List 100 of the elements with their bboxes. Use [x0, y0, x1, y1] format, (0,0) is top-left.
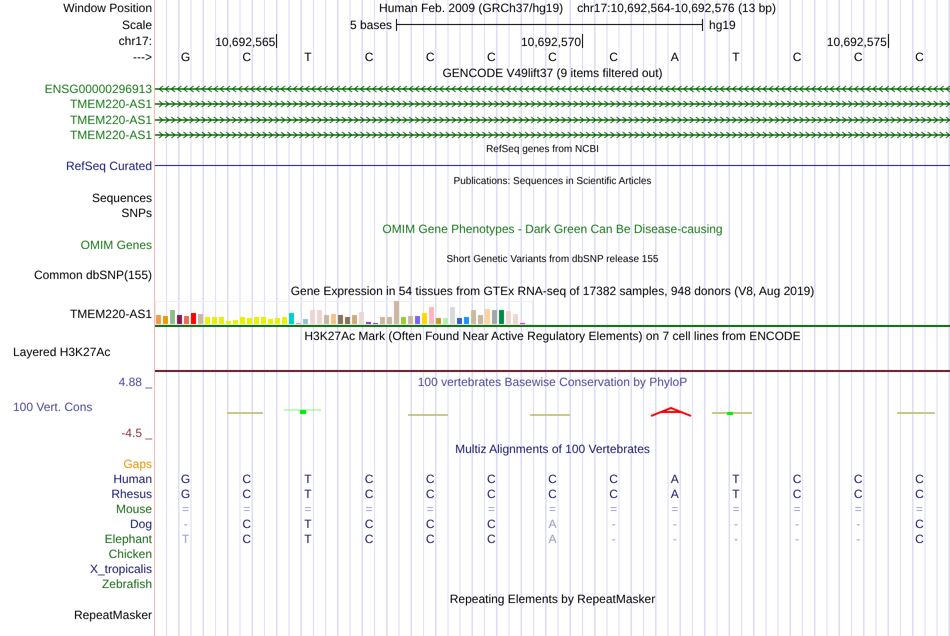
- alignment-base: C: [792, 472, 802, 484]
- base-letter: T: [304, 50, 312, 62]
- base-letter: C: [364, 50, 374, 62]
- alignment-base: T: [304, 472, 312, 484]
- alignment-base: T: [304, 532, 312, 544]
- alignment-base: -: [612, 518, 616, 530]
- alignment-base: C: [487, 472, 496, 484]
- alignment-base: C: [609, 472, 618, 484]
- track-label: TMEM220-AS1: [70, 129, 152, 141]
- assembly-title: Human Feb. 2009 (GRCh37/hg19): [379, 2, 564, 14]
- alignment-base: =: [548, 502, 556, 514]
- scale-text: 5 bases: [350, 18, 392, 30]
- base-letter: C: [242, 50, 252, 62]
- track-title: 100 vertebrates Basewise Conservation by PhyloP: [418, 376, 688, 388]
- track-label: -4.5 _: [121, 426, 152, 438]
- track-label: ENSG00000296913: [44, 82, 152, 94]
- coordinate-tick: 10,692,565: [215, 34, 278, 48]
- alignment-base: C: [548, 488, 557, 500]
- track-title: RefSeq genes from NCBI: [486, 145, 599, 155]
- track-label: Scale: [122, 18, 152, 30]
- track-label: SNPs: [121, 207, 152, 219]
- alignment-base: C: [242, 472, 252, 484]
- species-label: Dog: [130, 518, 152, 530]
- gene-feature-line[interactable]: [155, 129, 950, 141]
- alignment-base: T: [304, 518, 312, 530]
- alignment-base: C: [854, 472, 863, 484]
- track-label: RefSeq Curated: [66, 160, 152, 172]
- alignment-base: -: [795, 532, 800, 544]
- track-label: Layered H3K27Ac: [13, 346, 110, 358]
- alignment-base: =: [732, 502, 740, 514]
- base-letter: C: [426, 50, 435, 62]
- alignment-base: C: [242, 488, 252, 500]
- species-label: Zebrafish: [102, 578, 152, 590]
- alignment-base: C: [242, 518, 252, 530]
- alignment-base: C: [792, 488, 802, 500]
- track-label: Sequences: [92, 192, 152, 204]
- track-label: Common dbSNP(155): [34, 268, 152, 280]
- track-title: H3K27Ac Mark (Often Found Near Active Regulatory Elements) on 7 cell lines from ENCODE: [304, 330, 801, 342]
- alignment-base: C: [364, 488, 374, 500]
- track-label: Window Position: [63, 2, 152, 14]
- alignment-base: T: [732, 472, 740, 484]
- alignment-base: C: [915, 518, 924, 530]
- alignment-base: =: [426, 502, 434, 514]
- track-title: OMIM Gene Phenotypes - Dark Green Can Be Disease-causing: [382, 223, 723, 235]
- alignment-base: T: [304, 488, 312, 500]
- alignment-base: C: [915, 532, 924, 544]
- gene-feature-line[interactable]: [155, 114, 950, 126]
- alignment-base: C: [364, 532, 374, 544]
- alignment-base: =: [488, 502, 495, 514]
- alignment-base: C: [548, 472, 557, 484]
- alignment-base: C: [242, 532, 252, 544]
- alignment-base: =: [243, 502, 250, 514]
- track-label: RepeatMasker: [74, 608, 152, 620]
- species-label: Human: [113, 472, 152, 484]
- track-label: OMIM Genes: [80, 238, 152, 250]
- alignment-base: C: [487, 488, 496, 500]
- track-label: 100 Vert. Cons: [13, 401, 92, 413]
- alignment-base: C: [426, 518, 435, 530]
- gene-feature-line[interactable]: [155, 82, 950, 94]
- alignment-base: C: [915, 472, 924, 484]
- alignment-base: -: [734, 518, 738, 530]
- alignment-base: C: [487, 518, 496, 530]
- alignment-base: =: [366, 502, 373, 514]
- alignment-base: A: [548, 518, 556, 530]
- alignment-base: =: [182, 502, 190, 514]
- alignment-base: G: [180, 472, 190, 484]
- track-label: --->: [133, 50, 152, 62]
- gene-feature-line[interactable]: [155, 98, 950, 110]
- species-label: Mouse: [116, 502, 152, 514]
- alignment-base: A: [670, 472, 679, 484]
- position-text: chr17:10,692,564-10,692,576 (13 bp): [577, 2, 776, 14]
- alignment-base: C: [915, 488, 924, 500]
- alignment-base: C: [609, 488, 618, 500]
- base-letter: C: [487, 50, 496, 62]
- alignment-base: A: [548, 532, 556, 544]
- alignment-base: -: [184, 518, 188, 530]
- track-title: GENCODE V49lift37 (9 items filtered out): [442, 66, 663, 78]
- track-label: Gaps: [123, 458, 152, 470]
- track-label: TMEM220-AS1: [70, 98, 152, 110]
- base-letter: C: [548, 50, 557, 62]
- alignment-base: G: [180, 488, 190, 500]
- alignment-base: C: [364, 472, 374, 484]
- assembly-name: hg19: [709, 18, 736, 30]
- coordinate-tick: 10,692,570: [521, 34, 584, 48]
- alignment-base: -: [734, 532, 738, 544]
- alignment-base: C: [426, 472, 435, 484]
- base-letter: C: [609, 50, 618, 62]
- alignment-base: -: [856, 532, 860, 544]
- base-letter: G: [180, 50, 190, 62]
- base-letter: C: [915, 50, 924, 62]
- base-letter: C: [854, 50, 863, 62]
- alignment-base: =: [916, 502, 923, 514]
- alignment-base: T: [732, 488, 740, 500]
- track-title: Multiz Alignments of 100 Vertebrates: [455, 442, 650, 454]
- alignment-base: C: [426, 532, 435, 544]
- alignment-base: =: [610, 502, 618, 514]
- coordinate-tick: 10,692,575: [826, 34, 889, 48]
- base-letter: C: [792, 50, 802, 62]
- alignment-base: C: [426, 488, 435, 500]
- alignment-base: -: [856, 518, 860, 530]
